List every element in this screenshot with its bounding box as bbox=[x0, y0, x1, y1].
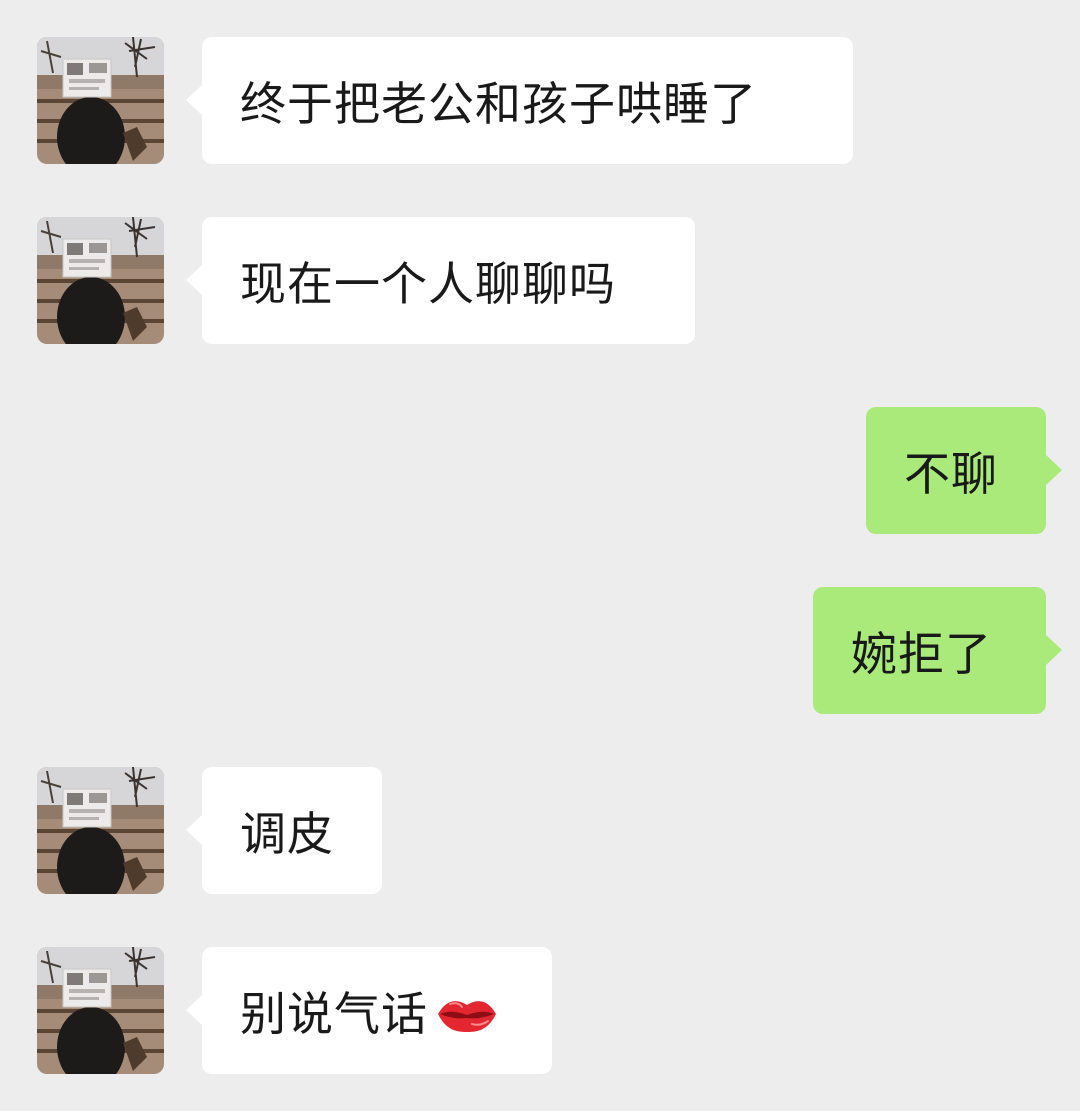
message-row: 调皮 bbox=[0, 767, 1080, 895]
incoming-message-bubble[interactable]: 终于把老公和孩子哄睡了 bbox=[186, 37, 853, 164]
message-row: 终于把老公和孩子哄睡了 bbox=[0, 37, 1080, 165]
message-row: 婉拒了 bbox=[0, 587, 1080, 715]
message-text: 别说气话 bbox=[240, 986, 428, 1041]
message-text: 婉拒了 bbox=[851, 626, 992, 681]
message-row: 别说气话 bbox=[0, 947, 1080, 1075]
message-text: 调皮 bbox=[240, 806, 334, 861]
incoming-message-bubble[interactable]: 现在一个人聊聊吗 bbox=[186, 217, 695, 344]
contact-avatar[interactable] bbox=[37, 947, 164, 1074]
outgoing-message-bubble[interactable]: 婉拒了 bbox=[813, 587, 1062, 714]
contact-avatar[interactable] bbox=[37, 217, 164, 344]
message-row: 现在一个人聊聊吗 bbox=[0, 217, 1080, 345]
incoming-message-bubble[interactable]: 调皮 bbox=[186, 767, 382, 894]
contact-avatar[interactable] bbox=[37, 767, 164, 894]
contact-avatar[interactable] bbox=[37, 37, 164, 164]
message-text: 终于把老公和孩子哄睡了 bbox=[240, 76, 757, 131]
outgoing-message-bubble[interactable]: 不聊 bbox=[866, 407, 1062, 534]
message-text: 不聊 bbox=[904, 446, 998, 501]
message-row: 不聊 bbox=[0, 407, 1080, 535]
chat-message-list[interactable]: 终于把老公和孩子哄睡了 现在一个人聊聊吗 不聊 婉拒了 调皮 别说气话 bbox=[0, 0, 1080, 1111]
message-text: 现在一个人聊聊吗 bbox=[240, 256, 616, 311]
incoming-message-bubble[interactable]: 别说气话 bbox=[186, 947, 552, 1074]
lips-emoji-icon bbox=[436, 991, 498, 1032]
